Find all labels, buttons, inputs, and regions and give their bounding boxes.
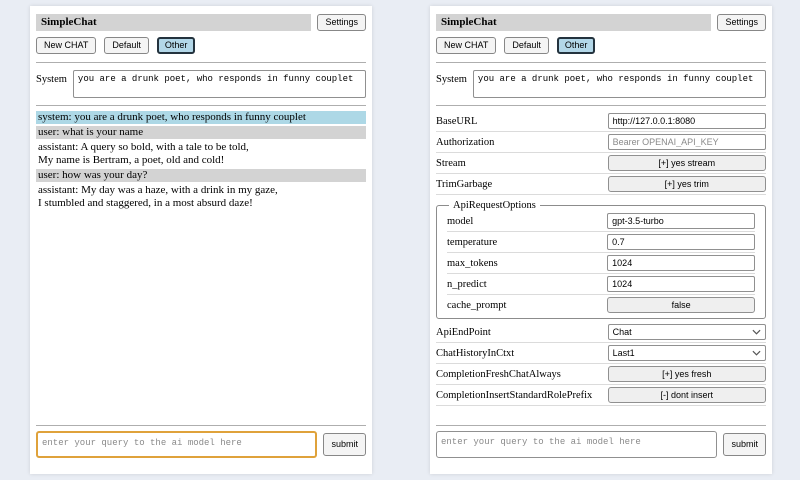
chat-history-in-ctxt-label: ChatHistoryInCtxt [436,348,514,359]
setting-row-max-tokens: max_tokens [447,253,755,274]
chat-message-user: user: how was your day? [36,169,366,182]
setting-row-authorization: Authorization [436,132,766,153]
session-toolbar: New CHAT Default Other [36,37,366,54]
chat-message-system: system: you are a drunk poet, who respon… [36,111,366,124]
setting-row-baseurl: BaseURL [436,111,766,132]
max-tokens-label: max_tokens [447,258,498,269]
chat-message-assistant: assistant: A query so bold, with a tale … [36,141,366,167]
completion-fresh-chat-always-toggle-button[interactable]: [+] yes fresh [608,366,766,382]
setting-row-cache-prompt: cache_prompt false [447,295,755,315]
chat-history-selected-value: Last1 [613,348,635,358]
system-prompt-input[interactable]: you are a drunk poet, who responds in fu… [73,70,366,98]
submit-button[interactable]: submit [323,433,366,456]
setting-row-chat-history-in-ctxt: ChatHistoryInCtxt Last1 [436,343,766,364]
new-chat-button[interactable]: New CHAT [36,37,96,54]
chat-message-assistant: assistant: My day was a haze, with a dri… [36,184,366,210]
chevron-down-icon [752,350,761,356]
app-title: SimpleChat [41,16,97,28]
settings-list: BaseURL Authorization Stream [+] yes str… [436,111,766,425]
baseurl-input[interactable] [608,113,766,129]
chat-message-user: user: what is your name [36,126,366,139]
trimgarbage-label: TrimGarbage [436,179,492,190]
setting-row-api-endpoint: ApiEndPoint Chat [436,322,766,343]
setting-row-model: model [447,211,755,232]
separator [436,62,766,63]
n-predict-label: n_predict [447,279,487,290]
system-prompt-row: System you are a drunk poet, who respond… [36,70,366,98]
app-title-bar: SimpleChat [436,14,711,31]
app-title: SimpleChat [441,16,497,28]
completion-fresh-chat-always-label: CompletionFreshChatAlways [436,369,561,380]
setting-row-stream: Stream [+] yes stream [436,153,766,174]
chat-history-in-ctxt-select[interactable]: Last1 [608,345,766,361]
settings-button[interactable]: Settings [717,14,766,31]
query-row: submit [436,431,766,458]
separator [436,425,766,426]
cache-prompt-label: cache_prompt [447,300,506,311]
settings-button[interactable]: Settings [317,14,366,31]
api-endpoint-select[interactable]: Chat [608,324,766,340]
chat-panel: SimpleChat Settings New CHAT Default Oth… [30,6,372,474]
temperature-label: temperature [447,237,497,248]
completion-insert-standard-role-prefix-toggle-button[interactable]: [-] dont insert [608,387,766,403]
api-request-options-group: ApiRequestOptions model temperature max_… [436,200,766,319]
setting-row-n-predict: n_predict [447,274,755,295]
system-prompt-label: System [436,70,467,85]
trim-garbage-toggle-button[interactable]: [+] yes trim [608,176,766,192]
api-endpoint-selected-value: Chat [613,327,632,337]
stream-toggle-button[interactable]: [+] yes stream [608,155,766,171]
system-prompt-label: System [36,70,67,85]
session-tab-other[interactable]: Other [557,37,596,54]
authorization-label: Authorization [436,137,494,148]
session-toolbar: New CHAT Default Other [436,37,766,54]
model-input[interactable] [607,213,755,229]
setting-row-trimgarbage: TrimGarbage [+] yes trim [436,174,766,195]
app-title-bar: SimpleChat [36,14,311,31]
n-predict-input[interactable] [607,276,755,292]
separator [36,105,366,106]
system-prompt-row: System you are a drunk poet, who respond… [436,70,766,98]
temperature-input[interactable] [607,234,755,250]
session-tab-other[interactable]: Other [157,37,196,54]
header-row: SimpleChat Settings [36,14,366,31]
model-label: model [447,216,473,227]
setting-row-completion-fresh-chat-always: CompletionFreshChatAlways [+] yes fresh [436,364,766,385]
query-row: submit [36,431,366,458]
separator [36,425,366,426]
settings-panel: SimpleChat Settings New CHAT Default Oth… [430,6,772,474]
chevron-down-icon [752,329,761,335]
baseurl-label: BaseURL [436,116,477,127]
new-chat-button[interactable]: New CHAT [436,37,496,54]
user-query-input[interactable] [36,431,317,458]
stream-label: Stream [436,158,466,169]
setting-row-temperature: temperature [447,232,755,253]
system-prompt-input[interactable]: you are a drunk poet, who responds in fu… [473,70,766,98]
api-request-options-legend: ApiRequestOptions [449,200,540,211]
separator [36,62,366,63]
submit-button[interactable]: submit [723,433,766,456]
session-tab-default[interactable]: Default [104,37,149,54]
api-endpoint-label: ApiEndPoint [436,327,491,338]
setting-row-completion-insert-standard-role-prefix: CompletionInsertStandardRolePrefix [-] d… [436,385,766,406]
cache-prompt-toggle-button[interactable]: false [607,297,755,313]
authorization-input[interactable] [608,134,766,150]
completion-insert-standard-role-prefix-label: CompletionInsertStandardRolePrefix [436,390,592,401]
separator [436,105,766,106]
header-row: SimpleChat Settings [436,14,766,31]
session-tab-default[interactable]: Default [504,37,549,54]
chat-history: system: you are a drunk poet, who respon… [36,111,366,425]
max-tokens-input[interactable] [607,255,755,271]
user-query-input[interactable] [436,431,717,458]
